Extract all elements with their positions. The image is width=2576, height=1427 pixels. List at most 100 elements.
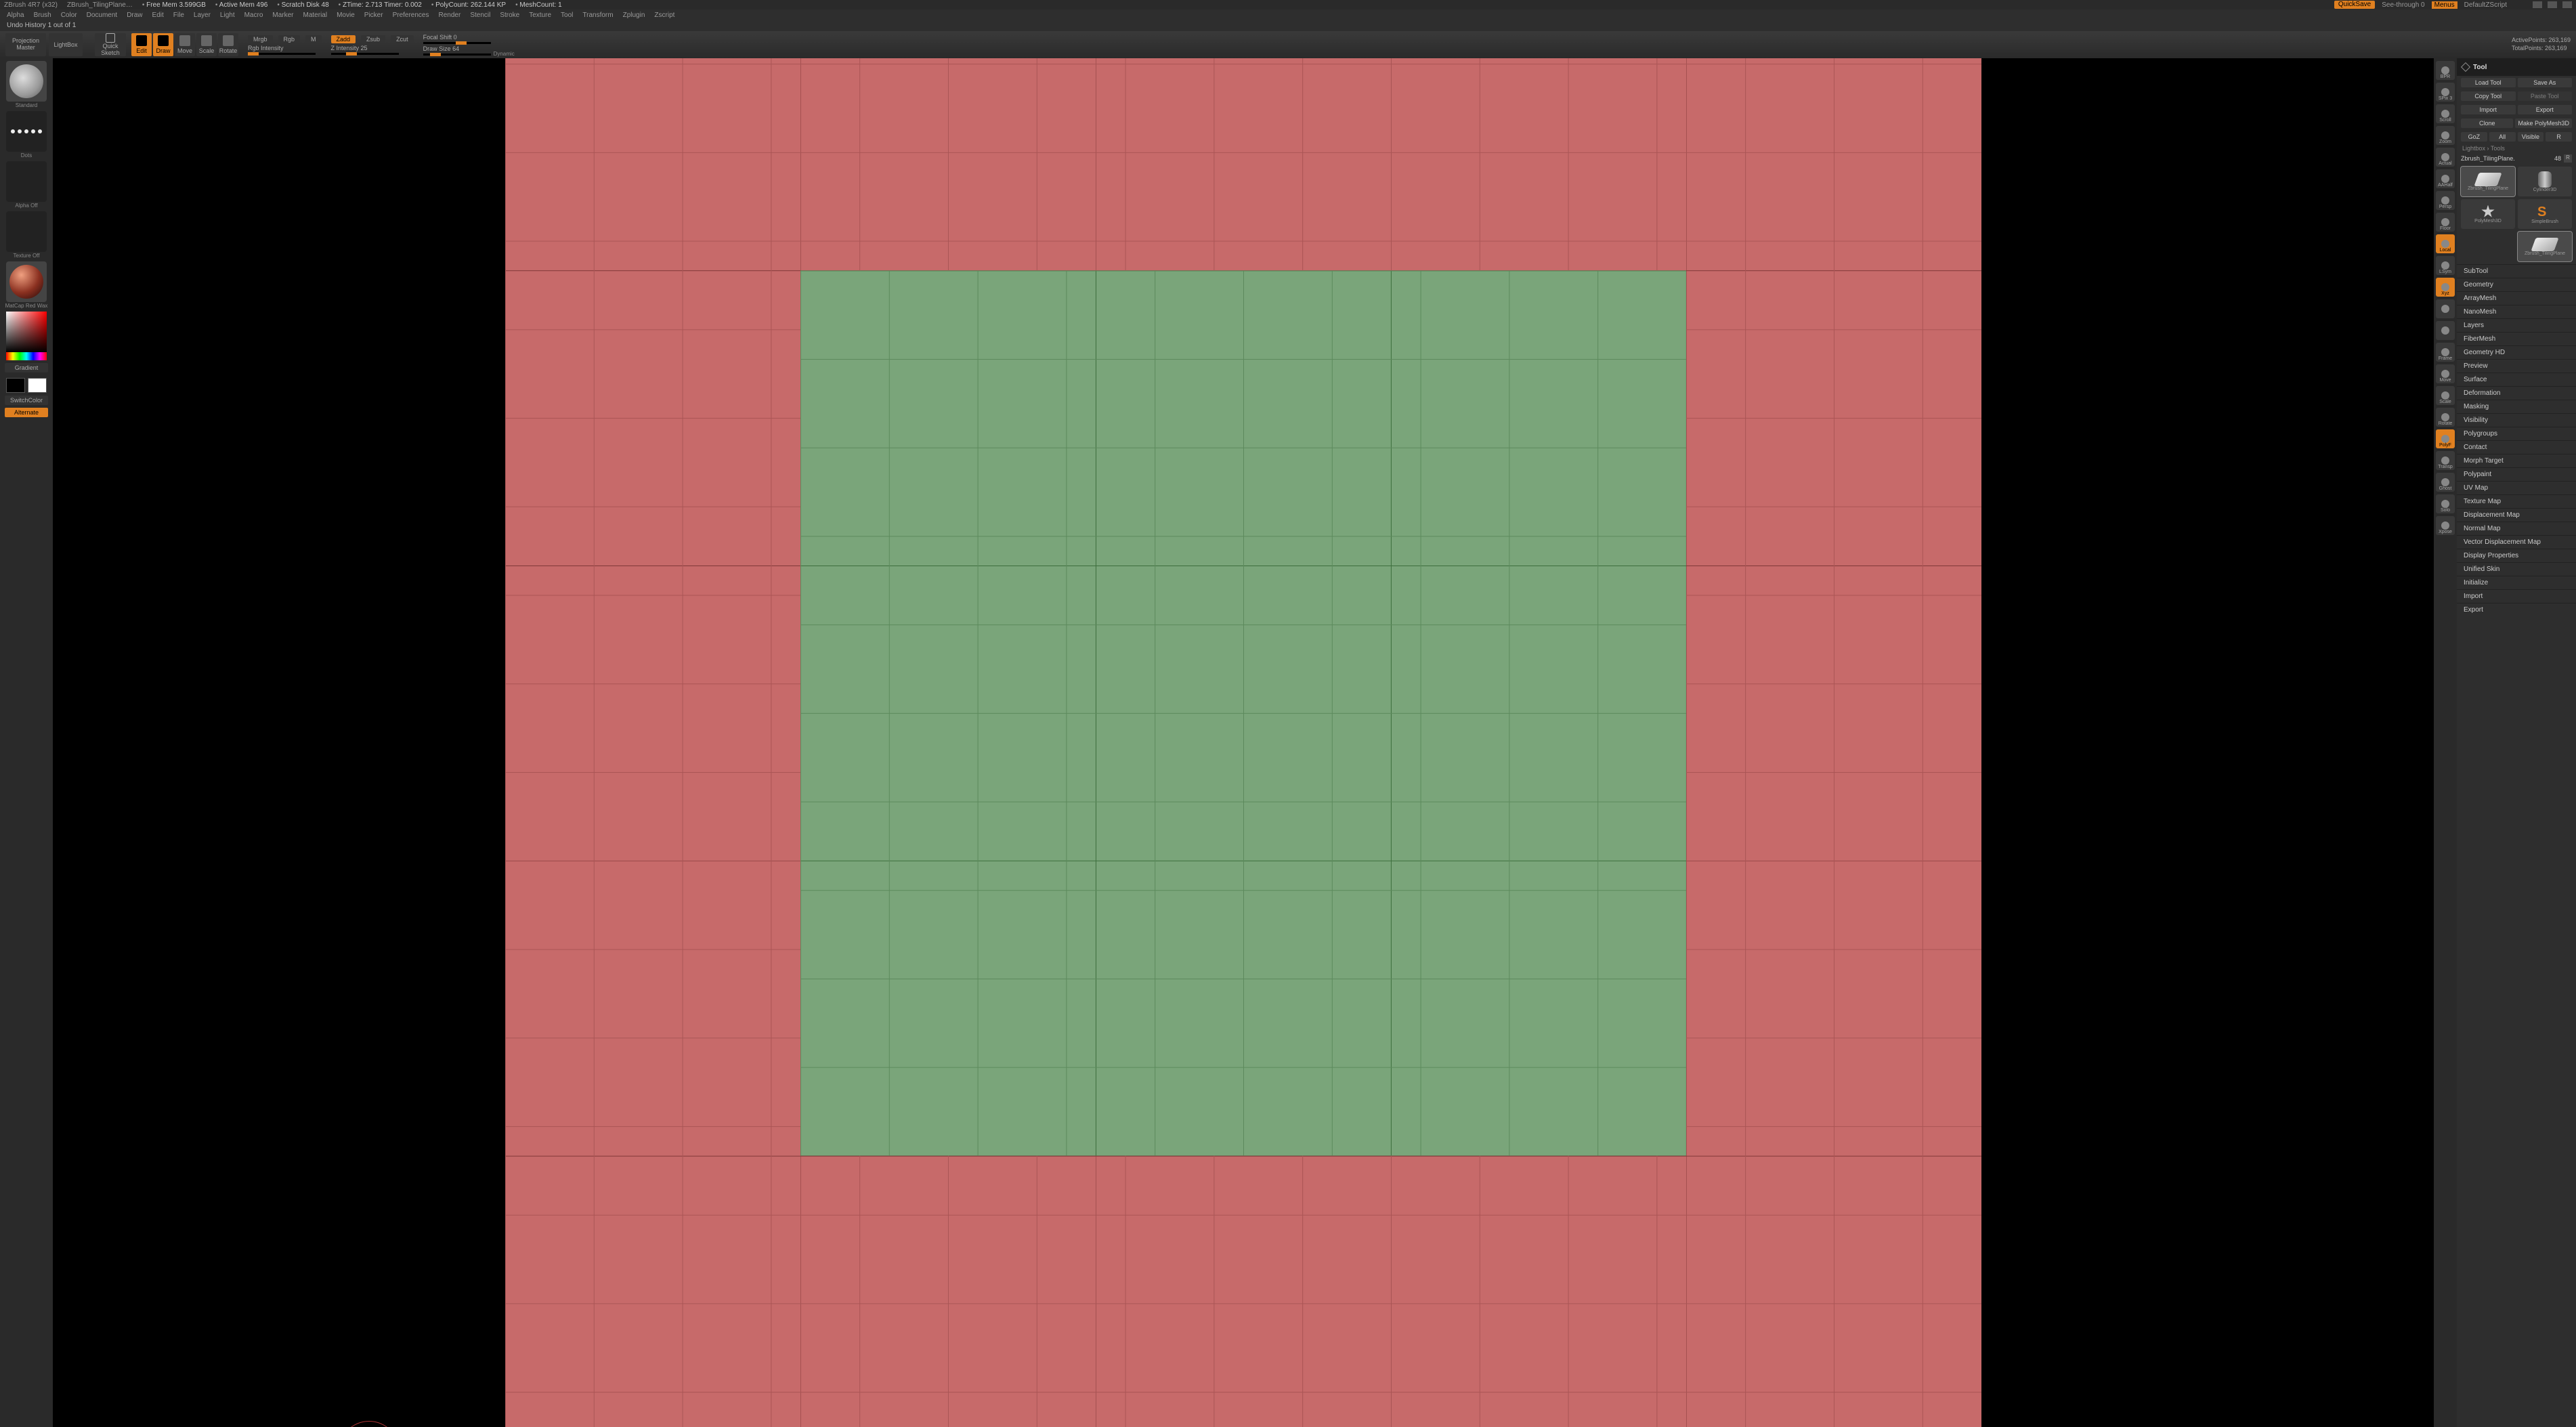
menu-stencil[interactable]: Stencil <box>470 12 490 19</box>
quicksave-button[interactable]: QuickSave <box>2334 1 2375 9</box>
viewport[interactable] <box>53 58 2434 1427</box>
section-preview[interactable]: Preview <box>2457 359 2576 372</box>
color-picker[interactable] <box>4 312 49 360</box>
quick-zoom[interactable]: Zoom <box>2436 126 2455 145</box>
section-export[interactable]: Export <box>2457 603 2576 616</box>
zadd-button[interactable]: Zadd <box>331 35 356 43</box>
tool-palette-title[interactable]: Tool <box>2457 58 2576 76</box>
mode-scale-button[interactable]: Scale <box>196 33 217 56</box>
mrgb-button[interactable]: Mrgb <box>248 35 273 43</box>
paste-tool-button[interactable]: Paste Tool <box>2518 91 2573 101</box>
menu-alpha[interactable]: Alpha <box>7 12 24 19</box>
section-visibility[interactable]: Visibility <box>2457 413 2576 427</box>
quick-spix-3[interactable]: SPix 3 <box>2436 83 2455 102</box>
window-min-icon[interactable] <box>2533 1 2542 8</box>
menu-file[interactable]: File <box>173 12 184 19</box>
menu-transform[interactable]: Transform <box>582 12 613 19</box>
draw-size-slider[interactable] <box>423 54 491 56</box>
window-close-icon[interactable] <box>2562 1 2572 8</box>
mode-edit-button[interactable]: Edit <box>131 33 152 56</box>
menu-movie[interactable]: Movie <box>337 12 355 19</box>
switchcolor-button[interactable]: SwitchColor <box>5 396 48 405</box>
section-import[interactable]: Import <box>2457 589 2576 603</box>
clone-button[interactable]: Clone <box>2461 119 2513 128</box>
zsub-button[interactable]: Zsub <box>361 35 385 43</box>
menu-zscript[interactable]: Zscript <box>654 12 674 19</box>
current-tool-bar[interactable]: Zbrush_TilingPlane.48R <box>2457 153 2576 164</box>
menu-tool[interactable]: Tool <box>561 12 573 19</box>
menu-texture[interactable]: Texture <box>529 12 551 19</box>
alpha-slot[interactable]: Alpha Off <box>4 161 49 209</box>
quick-move[interactable]: Move <box>2436 364 2455 383</box>
projection-master-button[interactable]: Projection Master <box>5 33 46 56</box>
quick-aahalf[interactable]: AAHalf <box>2436 169 2455 188</box>
goz-button[interactable]: GoZ <box>2461 132 2487 142</box>
rgb-button[interactable]: Rgb <box>278 35 301 43</box>
section-polygroups[interactable]: Polygroups <box>2457 427 2576 440</box>
section-deformation[interactable]: Deformation <box>2457 386 2576 400</box>
menu-stroke[interactable]: Stroke <box>500 12 519 19</box>
rgb-intensity-slider[interactable] <box>248 53 316 55</box>
quick-rotate[interactable]: Rotate <box>2436 408 2455 427</box>
menu-color[interactable]: Color <box>61 12 77 19</box>
mode-move-button[interactable]: Move <box>175 33 195 56</box>
section-contact[interactable]: Contact <box>2457 440 2576 454</box>
menu-edit[interactable]: Edit <box>152 12 164 19</box>
section-subtool[interactable]: SubTool <box>2457 264 2576 278</box>
stroke-slot[interactable]: Dots <box>4 111 49 158</box>
section-masking[interactable]: Masking <box>2457 400 2576 413</box>
quick-sketch-button[interactable]: Quick Sketch <box>95 33 126 56</box>
section-surface[interactable]: Surface <box>2457 372 2576 386</box>
section-displacement-map[interactable]: Displacement Map <box>2457 508 2576 521</box>
material-slot[interactable]: MatCap Red Wax <box>4 261 49 309</box>
section-fibermesh[interactable]: FiberMesh <box>2457 332 2576 345</box>
seethrough-label[interactable]: See-through 0 <box>2379 1 2427 9</box>
lightbox-tools-crumb[interactable]: Lightbox › Tools <box>2457 144 2576 153</box>
quick-actual[interactable]: Actual <box>2436 148 2455 167</box>
quick-floor[interactable]: Floor <box>2436 213 2455 232</box>
texture-slot[interactable]: Texture Off <box>4 211 49 259</box>
quick-persp[interactable]: Persp <box>2436 191 2455 210</box>
quick-scroll[interactable]: Scroll <box>2436 104 2455 123</box>
quick-ghost[interactable]: Ghost <box>2436 473 2455 492</box>
section-arraymesh[interactable]: ArrayMesh <box>2457 291 2576 305</box>
section-initialize[interactable]: Initialize <box>2457 576 2576 589</box>
menu-render[interactable]: Render <box>439 12 461 19</box>
quick-transp[interactable]: Transp <box>2436 451 2455 470</box>
window-max-icon[interactable] <box>2548 1 2557 8</box>
m-button[interactable]: M <box>305 35 322 43</box>
color-picker-square[interactable] <box>6 312 47 352</box>
mode-rotate-button[interactable]: Rotate <box>218 33 238 56</box>
section-vector-displacement-map[interactable]: Vector Displacement Map <box>2457 535 2576 549</box>
quick-lsym[interactable]: LSym <box>2436 256 2455 275</box>
r-button[interactable]: R <box>2546 132 2572 142</box>
menu-preferences[interactable]: Preferences <box>393 12 429 19</box>
save-as-button[interactable]: Save As <box>2518 78 2573 87</box>
section-morph-target[interactable]: Morph Target <box>2457 454 2576 467</box>
zcut-button[interactable]: Zcut <box>391 35 414 43</box>
section-texture-map[interactable]: Texture Map <box>2457 494 2576 508</box>
quick-scale[interactable]: Scale <box>2436 386 2455 405</box>
section-polypaint[interactable]: Polypaint <box>2457 467 2576 481</box>
gradient-button[interactable]: Gradient <box>5 363 48 372</box>
focal-shift-slider[interactable] <box>423 42 491 44</box>
menu-document[interactable]: Document <box>87 12 118 19</box>
quick-button[interactable] <box>2436 321 2455 340</box>
lightbox-button[interactable]: LightBox <box>49 33 83 56</box>
import-button[interactable]: Import <box>2461 105 2516 114</box>
section-uv-map[interactable]: UV Map <box>2457 481 2576 494</box>
tool-thumb-simplebrush[interactable]: SSimpleBrush <box>2518 199 2572 229</box>
section-display-properties[interactable]: Display Properties <box>2457 549 2576 562</box>
quick-polyf[interactable]: PolyF <box>2436 429 2455 448</box>
z-intensity-slider[interactable] <box>331 53 399 55</box>
tool-thumb-tilingplane[interactable]: Zbrush_TilingPlane <box>2461 167 2515 196</box>
quick-bpr[interactable]: BPR <box>2436 61 2455 80</box>
section-nanomesh[interactable]: NanoMesh <box>2457 305 2576 318</box>
section-layers[interactable]: Layers <box>2457 318 2576 332</box>
menu-material[interactable]: Material <box>303 12 328 19</box>
make-polymesh3d-button[interactable]: Make PolyMesh3D <box>2515 119 2572 128</box>
copy-tool-button[interactable]: Copy Tool <box>2461 91 2516 101</box>
tool-thumb-cylinder3d[interactable]: Cylinder3D <box>2518 167 2572 196</box>
quick-xyz[interactable]: Xyz <box>2436 278 2455 297</box>
alternate-button[interactable]: Alternate <box>5 408 48 417</box>
